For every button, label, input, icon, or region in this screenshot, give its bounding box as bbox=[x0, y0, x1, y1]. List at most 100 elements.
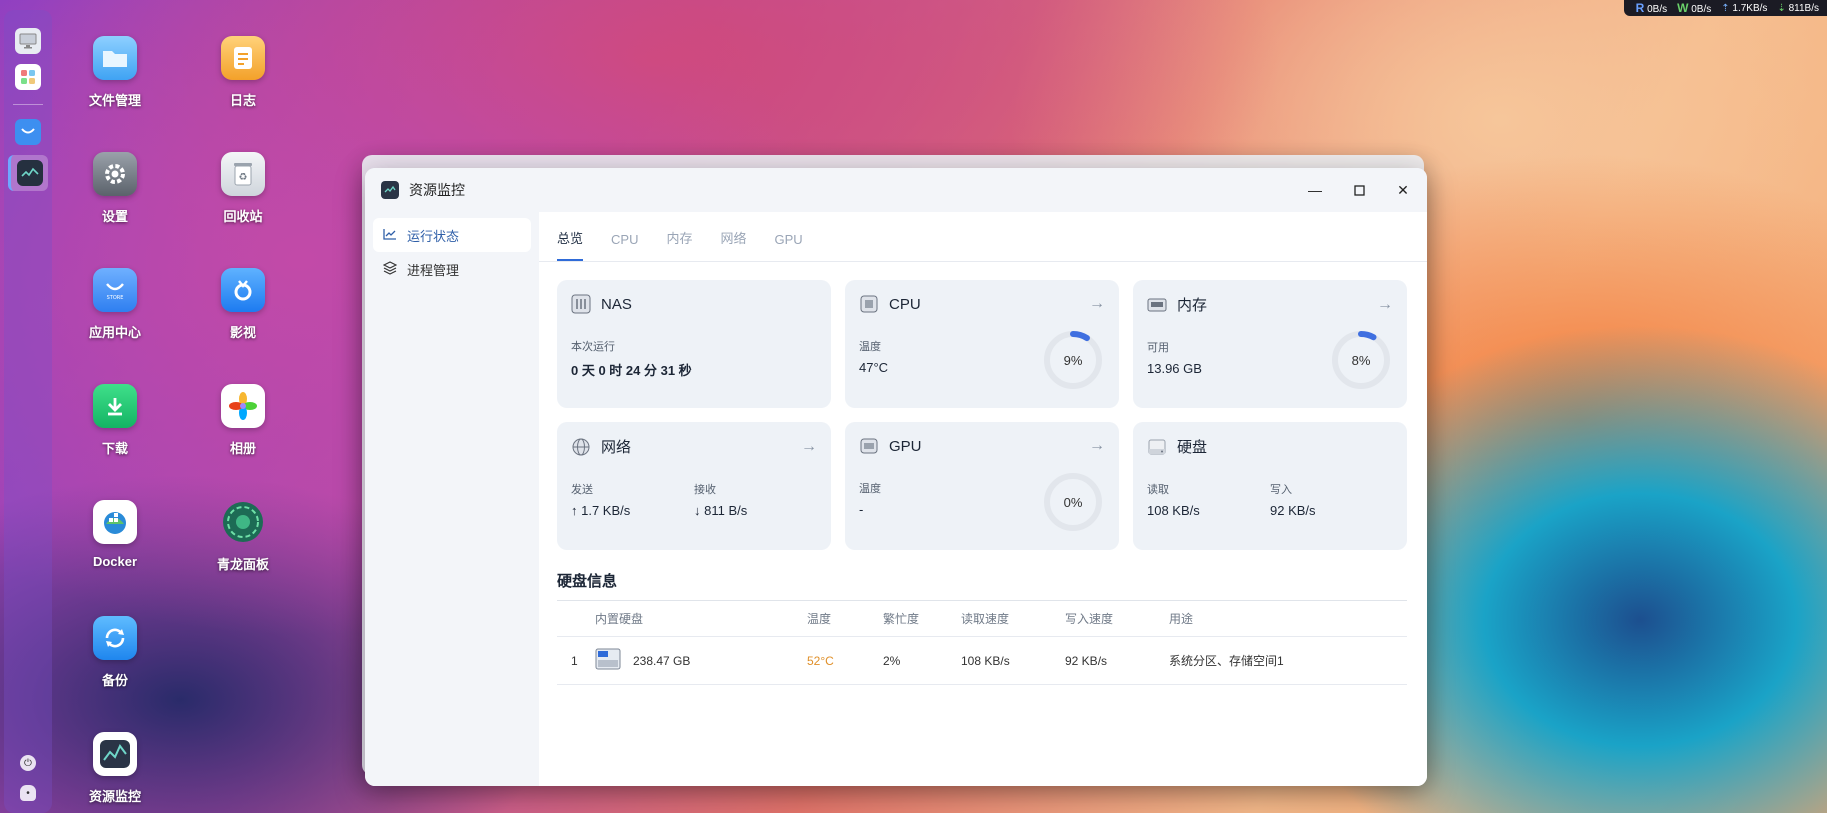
desktop-icon-photos[interactable]: 相册 bbox=[188, 384, 298, 457]
gear-icon bbox=[93, 152, 137, 196]
desktop-icon-label: 回收站 bbox=[223, 209, 263, 224]
recycle-bin-icon: ♻ bbox=[221, 152, 265, 196]
arrow-right-icon[interactable]: → bbox=[1377, 296, 1393, 314]
desktop-icon-recycle-bin[interactable]: ♻ 回收站 bbox=[188, 152, 298, 225]
disk-size: 238.47 GB bbox=[633, 653, 691, 668]
tab-bar: 总览 CPU 内存 网络 GPU bbox=[539, 212, 1427, 262]
store-icon[interactable] bbox=[15, 119, 41, 145]
tab-cpu[interactable]: CPU bbox=[611, 232, 638, 261]
desktop-icon-label: 青龙面板 bbox=[216, 557, 269, 572]
minimize-icon[interactable]: — bbox=[1307, 182, 1323, 198]
tab-gpu[interactable]: GPU bbox=[775, 232, 803, 261]
desktop-icon-download[interactable]: 下载 bbox=[60, 384, 170, 457]
sidebar-item-label: 运行状态 bbox=[407, 228, 460, 244]
video-icon bbox=[221, 268, 265, 312]
gpu-usage-percent: 0% bbox=[1063, 494, 1083, 510]
desktop-icon-logs[interactable]: 日志 bbox=[188, 36, 298, 109]
ssd-icon bbox=[595, 648, 621, 673]
disk-temperature: 52°C bbox=[807, 653, 834, 668]
card-title: 内存 bbox=[1177, 297, 1208, 314]
store-icon: STORE bbox=[93, 268, 137, 312]
sidebar: 运行状态 进程管理 bbox=[365, 212, 539, 786]
resource-monitor-icon bbox=[93, 732, 137, 776]
maximize-icon[interactable] bbox=[1351, 182, 1367, 198]
window-title: 资源监控 bbox=[409, 182, 465, 198]
network-send-value: ↑ 1.7 KB/s bbox=[571, 503, 631, 518]
disk-info-table: 内置硬盘 温度 繁忙度 读取速度 写入速度 用途 1 238.47 GB 52°… bbox=[557, 600, 1407, 685]
arrow-right-icon[interactable]: → bbox=[1089, 295, 1105, 313]
write-indicator: W bbox=[1677, 1, 1689, 15]
read-indicator: R bbox=[1635, 1, 1645, 15]
svg-text:♻: ♻ bbox=[239, 172, 248, 183]
desktop-icon-label: 下载 bbox=[101, 441, 128, 456]
tab-overview[interactable]: 总览 bbox=[557, 228, 584, 261]
row-index: 1 bbox=[571, 653, 578, 668]
desktop-icon-label: 资源监控 bbox=[88, 789, 141, 804]
arrow-right-icon[interactable]: → bbox=[1089, 437, 1105, 455]
power-icon[interactable]: ⏻ bbox=[20, 755, 36, 771]
uptime-value: 0 天 0 时 24 分 31 秒 bbox=[571, 363, 692, 378]
backup-icon bbox=[93, 616, 137, 660]
card-network[interactable]: 网络 → 发送 ↑ 1.7 KB/s 接收 ↓ 811 B/s bbox=[557, 422, 831, 550]
col-header-write-speed: 写入速度 bbox=[1065, 612, 1114, 626]
network-receive-label: 接收 bbox=[694, 484, 716, 496]
read-speed: 0B/s bbox=[1647, 4, 1668, 15]
memory-usage-percent: 8% bbox=[1351, 352, 1371, 368]
network-receive-value: ↓ 811 B/s bbox=[694, 503, 748, 518]
monitor-icon[interactable] bbox=[15, 28, 41, 54]
col-header-temperature: 温度 bbox=[807, 612, 832, 626]
desktop-icon-qinglong[interactable]: 青龙面板 bbox=[188, 500, 298, 573]
card-memory[interactable]: 内存 → 可用 13.96 GB 8% bbox=[1133, 280, 1407, 408]
tab-memory[interactable]: 内存 bbox=[666, 228, 692, 261]
layers-icon bbox=[382, 260, 398, 278]
col-header-read-speed: 读取速度 bbox=[961, 612, 1010, 626]
disk-read-value: 108 KB/s bbox=[1147, 503, 1200, 518]
desktop-icon-resource-monitor[interactable]: 资源监控 bbox=[60, 732, 170, 805]
nas-icon bbox=[571, 294, 591, 314]
table-row[interactable]: 1 238.47 GB 52°C 2% 108 KB/s 92 KB/s 系统分… bbox=[557, 637, 1407, 685]
upload-icon: ⇡ bbox=[1721, 2, 1730, 14]
arrow-right-icon[interactable]: → bbox=[801, 438, 817, 456]
col-header-usage: 用途 bbox=[1169, 612, 1194, 626]
write-speed: 0B/s bbox=[1691, 4, 1712, 15]
resource-monitor-window: 资源监控 — ✕ 运行状态 进程管理 总览 CPU 内存 网络 GPU NAS … bbox=[365, 168, 1427, 786]
disk-write-label: 写入 bbox=[1270, 484, 1292, 496]
card-title: NAS bbox=[601, 295, 632, 313]
ram-icon bbox=[1147, 295, 1167, 315]
window-titlebar[interactable]: 资源监控 — ✕ bbox=[365, 168, 1427, 212]
desktop-icon-label: 相册 bbox=[229, 441, 256, 456]
hard-drive-icon bbox=[1147, 437, 1167, 457]
card-title: GPU bbox=[889, 437, 922, 455]
globe-icon bbox=[571, 437, 591, 457]
qinglong-panel-icon bbox=[221, 500, 265, 544]
sidebar-item-run-status[interactable]: 运行状态 bbox=[373, 218, 531, 252]
desktop-icon-label: 影视 bbox=[229, 325, 256, 340]
col-header-busy: 繁忙度 bbox=[883, 612, 920, 626]
desktop-icon-backup[interactable]: 备份 bbox=[60, 616, 170, 689]
disk-usage: 系统分区、存储空间1 bbox=[1169, 654, 1284, 668]
desktop-icon-video[interactable]: 影视 bbox=[188, 268, 298, 341]
tab-network[interactable]: 网络 bbox=[720, 228, 746, 261]
apps-grid-icon[interactable] bbox=[15, 64, 41, 90]
desktop-icon-docker[interactable]: Docker bbox=[60, 500, 170, 569]
close-icon[interactable]: ✕ bbox=[1395, 182, 1411, 198]
desktop-icon-label: 备份 bbox=[101, 673, 128, 688]
desktop-icon-app-center[interactable]: STORE 应用中心 bbox=[60, 268, 170, 341]
upload-speed: 1.7KB/s bbox=[1732, 2, 1768, 14]
dock: ⏻ • bbox=[4, 10, 52, 813]
sidebar-item-process-management[interactable]: 进程管理 bbox=[373, 252, 531, 286]
card-nas: NAS 本次运行 0 天 0 时 24 分 31 秒 bbox=[557, 280, 831, 408]
desktop-icon-settings[interactable]: 设置 bbox=[60, 152, 170, 225]
card-disk: 硬盘 读取 108 KB/s 写入 92 KB/s bbox=[1133, 422, 1407, 550]
desktop-icon-label: 文件管理 bbox=[88, 93, 141, 108]
table-header: 内置硬盘 温度 繁忙度 读取速度 写入速度 用途 bbox=[557, 601, 1407, 637]
desktop-icon-file-manager[interactable]: 文件管理 bbox=[60, 36, 170, 109]
card-gpu[interactable]: GPU → 温度 - 0% bbox=[845, 422, 1119, 550]
card-cpu[interactable]: CPU → 温度 47°C 9% bbox=[845, 280, 1119, 408]
dock-separator bbox=[13, 104, 43, 105]
notification-bell-icon[interactable]: • bbox=[20, 785, 36, 801]
sidebar-item-label: 进程管理 bbox=[407, 262, 460, 278]
network-status-bar: R 0B/s W 0B/s ⇡ 1.7KB/s ⇣ 811B/s bbox=[1623, 0, 1827, 16]
dock-item-resource-monitor[interactable] bbox=[8, 155, 48, 191]
download-speed: 811B/s bbox=[1788, 2, 1819, 14]
